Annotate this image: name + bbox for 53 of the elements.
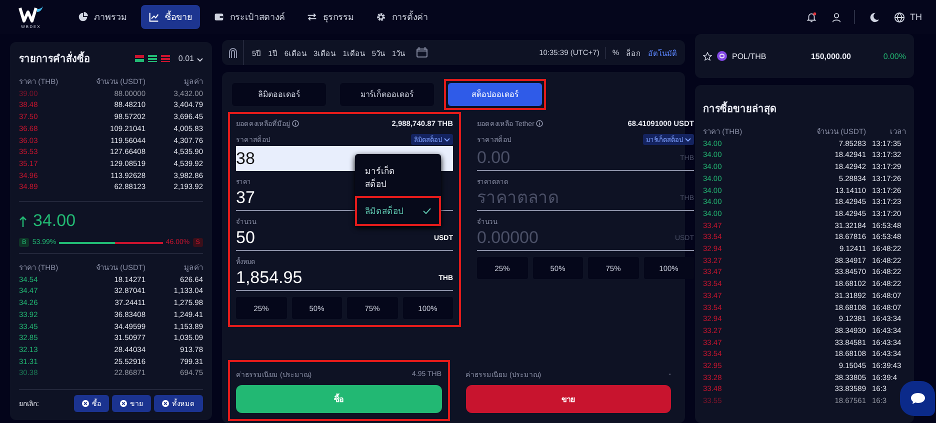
line-chart-icon (149, 12, 159, 22)
book-both-icon[interactable] (135, 54, 144, 62)
book-asks-icon[interactable] (161, 54, 170, 62)
panel-title: การซื้อขายล่าสุด (703, 101, 906, 116)
calendar-icon[interactable] (416, 47, 428, 58)
coin-icon (717, 51, 727, 61)
sell-button[interactable]: ขาย (466, 385, 671, 413)
order-tab[interactable]: สต็อปออเดอร์ (448, 82, 542, 106)
stop-price-field[interactable]: 0.00 (477, 146, 680, 170)
market-row[interactable]: POL/THB 150,000.00 0.00% (695, 34, 914, 78)
nav-tab[interactable]: กระเป๋าสตางค์ (206, 5, 293, 29)
bell-icon[interactable] (806, 12, 817, 22)
nav-tab[interactable]: ซื้อขาย (141, 5, 200, 29)
pie-chart-icon (78, 12, 88, 22)
chevron-down-icon (685, 138, 691, 142)
swap-arrows-icon (307, 12, 317, 22)
nav-tab[interactable]: ภาพรวม (70, 5, 135, 29)
info-icon (292, 120, 299, 127)
pair-name: POL/THB (732, 52, 766, 60)
pair-change: 0.00% (882, 52, 906, 60)
globe-icon[interactable] (894, 12, 905, 22)
settings-icon (376, 12, 386, 22)
book-bids-icon[interactable] (148, 54, 158, 62)
x-circle-icon (162, 400, 169, 407)
magnet-icon[interactable] (228, 47, 238, 58)
wallet-icon (214, 12, 224, 22)
nav-tab[interactable]: การตั้งค่า (368, 5, 436, 29)
panel-title: รายการคำสั่งซื้อ (19, 50, 90, 66)
pair-price: 150,000.00 (810, 52, 851, 60)
last-price: 34.00 (33, 211, 76, 232)
chat-button[interactable] (900, 381, 935, 416)
chevron-down-icon (444, 138, 450, 142)
chat-bubble-icon (910, 392, 926, 405)
order-tab[interactable]: ลิมิตออเดอร์ (232, 82, 326, 106)
logo-icon (18, 6, 44, 24)
order-tab[interactable]: มาร์เก็ตออเดอร์ (340, 82, 434, 106)
x-circle-icon (82, 400, 89, 407)
menu-item[interactable]: ลิมิตสต็อป (355, 196, 441, 226)
chevron-down-icon (197, 58, 203, 62)
language-selector[interactable]: TH (910, 12, 922, 22)
nav-tab[interactable]: ธุรกรรม (299, 5, 362, 29)
check-icon (423, 208, 431, 214)
moon-icon[interactable] (869, 12, 880, 22)
up-arrow-icon (19, 216, 27, 227)
amount-field[interactable]: 0.00000 (477, 226, 675, 250)
precision-selector[interactable]: 0.01 (178, 54, 194, 62)
total-field[interactable]: 1,854.95 (236, 266, 439, 290)
star-icon[interactable] (703, 52, 712, 60)
price-field[interactable]: ราคาตลาด (477, 186, 680, 210)
x-circle-icon (120, 400, 127, 407)
user-icon[interactable] (831, 12, 842, 22)
info-icon (536, 120, 544, 127)
amount-field[interactable]: 50 (236, 226, 434, 250)
